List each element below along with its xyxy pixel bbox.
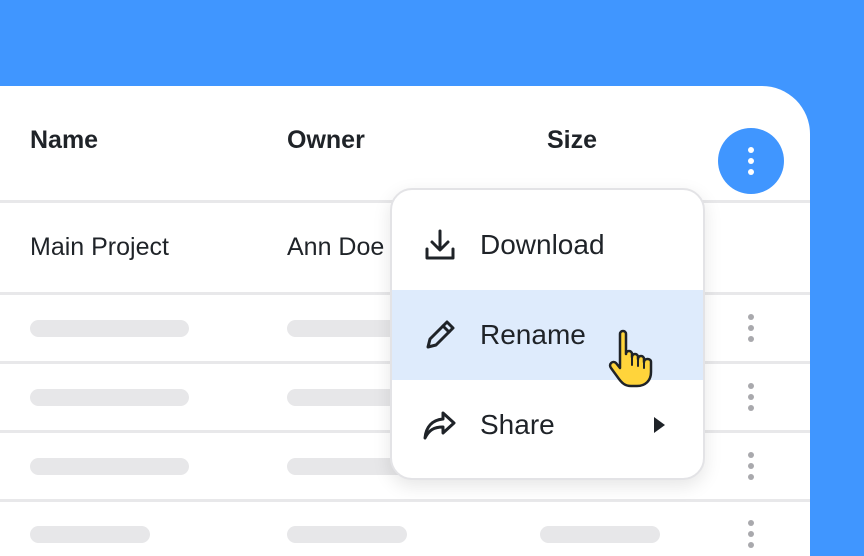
pencil-icon <box>426 320 455 349</box>
column-header-name[interactable]: Name <box>30 126 98 155</box>
column-header-size[interactable]: Size <box>547 126 597 155</box>
menu-item-download[interactable]: Download <box>392 200 703 290</box>
vertical-dots-icon <box>748 147 754 175</box>
file-owner-cell: Ann Doe <box>287 233 385 261</box>
menu-item-label: Share <box>480 409 555 440</box>
column-header-owner[interactable]: Owner <box>287 126 365 155</box>
more-options-icon[interactable] <box>748 452 754 480</box>
file-name-cell: Main Project <box>30 233 169 261</box>
hand-pointer-cursor-icon <box>608 329 653 388</box>
more-options-button[interactable] <box>718 128 784 194</box>
share-arrow-icon <box>423 411 456 440</box>
more-options-icon[interactable] <box>748 383 754 411</box>
placeholder-bar <box>30 526 150 543</box>
menu-item-label: Download <box>480 229 605 260</box>
placeholder-bar <box>287 458 407 475</box>
submenu-arrow-icon <box>654 417 665 433</box>
placeholder-bar <box>540 526 660 543</box>
placeholder-bar <box>287 389 407 406</box>
menu-item-rename[interactable]: Rename <box>392 290 703 380</box>
menu-item-share[interactable]: Share <box>392 380 703 470</box>
placeholder-bar <box>287 526 407 543</box>
more-options-icon[interactable] <box>748 520 754 548</box>
placeholder-bar <box>30 458 189 475</box>
more-options-icon[interactable] <box>748 314 754 342</box>
row-divider <box>0 499 810 502</box>
placeholder-bar <box>30 320 189 337</box>
download-icon <box>425 229 455 260</box>
menu-item-label: Rename <box>480 319 586 350</box>
placeholder-bar <box>30 389 189 406</box>
placeholder-bar <box>287 320 407 337</box>
